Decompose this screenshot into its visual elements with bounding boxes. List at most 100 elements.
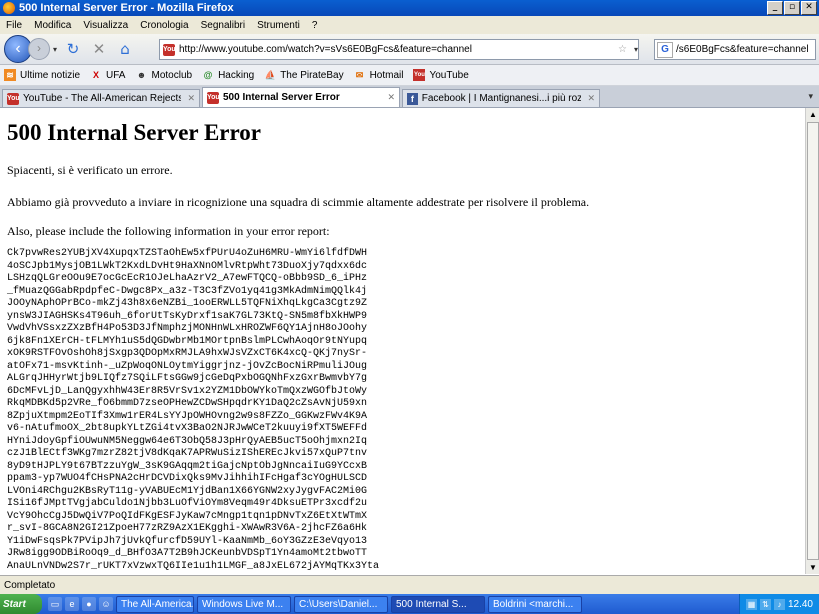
page-content: 500 Internal Server Error Spiacenti, si … <box>0 108 805 574</box>
code-line: AnaULnVNDw2S7r_rUKT7xVzwxTQ6IIe1u1h1LMGF… <box>7 560 380 572</box>
bookmark-motoclub[interactable]: ☻ Motoclub <box>135 69 192 81</box>
scroll-up-icon[interactable]: ▲ <box>806 108 819 121</box>
error-message-3: Also, please include the following infor… <box>7 224 330 238</box>
code-line: 8yD9tHJPLY9t67BTzzuYgW_3sK9GAqqm2tiGajcN… <box>7 460 368 472</box>
menu-bar: File Modifica Visualizza Cronologia Segn… <box>0 16 819 34</box>
bookmark-hacking[interactable]: @ Hacking <box>202 69 255 81</box>
tab-500-error[interactable]: You 500 Internal Server Error ✕ <box>202 87 400 107</box>
desktop-icon[interactable]: ▭ <box>48 597 62 611</box>
youtube-icon: You <box>413 69 426 81</box>
menu-cronologia[interactable]: Cronologia <box>134 20 194 31</box>
history-dropdown-icon[interactable]: ▾ <box>53 45 57 54</box>
bookmark-star-icon[interactable]: ☆ <box>618 44 627 55</box>
task-windows-live[interactable]: Windows Live M... <box>197 595 291 613</box>
home-icon[interactable]: ⌂ <box>115 40 135 58</box>
bookmarks-toolbar: ≋ Ultime notizie X UFA ☻ Motoclub @ Hacking … <box>0 65 819 86</box>
menu-strumenti[interactable]: Strumenti <box>251 20 306 31</box>
scroll-down-icon[interactable]: ▼ <box>806 561 819 574</box>
code-line: ppam3-yp7WUO4fCHsPNA2cHrDCVDixQks9MvJihh… <box>7 473 368 484</box>
code-line: ALGrqJHHyrWtjb9LIQfz7SQiLFtsGGw9jcGeDqPx… <box>7 373 368 384</box>
menu-visualizza[interactable]: Visualizza <box>77 20 134 31</box>
url-dropdown-icon[interactable]: ▾ <box>634 45 638 54</box>
code-line: r_svI-8GCA8N2GI21ZpoeH77zRZ9AzX1EKgghi-X… <box>7 523 368 534</box>
task-explorer[interactable]: C:\Users\Daniel... <box>294 595 388 613</box>
address-bar[interactable]: You http://www.youtube.com/watch?v=sVs6E… <box>159 39 639 60</box>
youtube-favicon: You <box>7 92 20 105</box>
tray-volume-icon[interactable]: ♪ <box>773 598 785 610</box>
scrollbar-thumb[interactable] <box>807 122 819 560</box>
code-line: VwdVhVSsxzZXzBfH4Po53D3JfNmphzjMONHnWLxH… <box>7 323 368 334</box>
error-message-2: Abbiamo già provveduto a inviare in rico… <box>7 195 590 209</box>
status-text: Completato <box>4 579 56 591</box>
quick-launch: ▭ e ● ☺ <box>48 597 113 611</box>
code-line: JRw8igg9ODBiRoOq9_d_BHfO3A7T2B9hJCKeunbV… <box>7 548 368 559</box>
menu-modifica[interactable]: Modifica <box>28 20 77 31</box>
tab-youtube[interactable]: You YouTube - The All-American Rejects -… <box>2 89 200 107</box>
tray-network-icon[interactable]: ⇅ <box>759 598 771 610</box>
task-all-american[interactable]: The All-America... <box>116 595 194 613</box>
rss-icon: ≋ <box>4 69 16 81</box>
google-search-icon[interactable]: G <box>657 41 673 58</box>
close-button[interactable]: ✕ <box>801 1 817 15</box>
code-line: Y1iDwFsqsPk7PVipJh7jUvkQfurcfD59UYl-KaaN… <box>7 535 368 547</box>
code-line: ynsW3JIAGHSKs4T96uh_6forUtTsKyDrxf1saK7G… <box>7 310 368 322</box>
code-line: RkqMDBKd5p2VRe_fO6bmmD7zseOPHewZCDwSHpqd… <box>7 398 368 409</box>
code-line: LSHzqQLGreOOu9E7ocGcEcR1OJeLhaAzrV2_A7ew… <box>7 273 368 284</box>
system-tray: ▦ ⇅ ♪ 12.40 <box>738 594 819 614</box>
code-line: 4oSCJpb1MysjOB1LWkT2KxdLDvHt9HaXNnOMlvRt… <box>7 260 368 272</box>
menu-file[interactable]: File <box>0 20 28 31</box>
code-line: 6jk8Fn1XErCH-tFLMYh1uS5dQGDwbrMb1MOrtpnB… <box>7 335 368 347</box>
close-tab-icon[interactable]: ✕ <box>181 94 195 104</box>
search-input[interactable]: /s6E0BgFcs&feature=channel <box>676 44 809 55</box>
address-url[interactable]: http://www.youtube.com/watch?v=sVs6E0BgF… <box>179 44 472 55</box>
ie-icon[interactable]: e <box>65 597 79 611</box>
tab-list-icon[interactable]: ▾ <box>808 91 813 102</box>
piratebay-icon: ⛵ <box>264 70 276 80</box>
facebook-icon: f <box>407 92 418 105</box>
bookmark-youtube[interactable]: You YouTube <box>413 69 469 81</box>
youtube-favicon: You <box>207 91 220 104</box>
forward-button[interactable]: › <box>28 38 50 60</box>
tray-app-icon[interactable]: ▦ <box>745 598 757 610</box>
reload-icon[interactable]: ↻ <box>63 40 83 58</box>
code-line: v6-nAtufmoOX_2bt8upkYLtZGi4tvX3BaO2NJRJw… <box>7 423 368 434</box>
taskbar: Start ▭ e ● ☺ The All-America... Windows… <box>0 594 819 614</box>
code-line: xOK9RSTFOvOshOh8jSxgp3QDOpMxRMJLA9hxWJsV… <box>7 348 368 359</box>
clock: 12.40 <box>787 598 813 610</box>
youtube-favicon: You <box>163 43 176 56</box>
firefox-icon[interactable]: ● <box>82 597 96 611</box>
code-line: atOFx71-msvKtinh-_uZpWoqONLOytmYiggrjnz-… <box>7 360 368 372</box>
window-title: 500 Internal Server Error - Mozilla Fire… <box>19 2 234 14</box>
hotmail-icon: ✉ <box>355 70 364 80</box>
firefox-icon <box>3 2 15 14</box>
code-line: LVOni4RChgu2KBsRyT11g-yVABUEcM1YjdBan1X6… <box>7 485 368 497</box>
bookmark-hotmail[interactable]: ✉ Hotmail <box>354 69 404 81</box>
page-title: 500 Internal Server Error <box>7 120 262 145</box>
motoclub-icon: ☻ <box>136 70 147 80</box>
bookmark-ultime-notizie[interactable]: ≋ Ultime notizie <box>4 69 80 81</box>
ufa-icon: X <box>93 70 100 80</box>
menu-help[interactable]: ? <box>306 20 324 31</box>
tab-facebook[interactable]: f Facebook | I Mantignanesi...i più rozz… <box>402 89 600 107</box>
window-controls: _ ▫ ✕ <box>767 1 817 15</box>
vertical-scrollbar[interactable]: ▲ ▼ <box>805 108 819 574</box>
stop-icon[interactable]: ✕ <box>89 40 109 58</box>
close-tab-icon[interactable]: ✕ <box>581 94 595 104</box>
error-report-code: Ck7pvwRes2YUBjXV4XupqxTZSTaOhEw5xfPUrU4o… <box>7 248 379 573</box>
minimize-button[interactable]: _ <box>767 1 783 15</box>
start-button[interactable]: Start <box>0 594 42 614</box>
bookmark-piratebay[interactable]: ⛵ The PirateBay <box>264 69 344 81</box>
code-line: 8ZpjuXtmpm2EoTIf3Xmw1rER4LsYYJpOWHOvng2w… <box>7 410 368 422</box>
tab-strip: You YouTube - The All-American Rejects -… <box>0 86 819 108</box>
close-tab-icon[interactable]: ✕ <box>381 93 395 103</box>
messenger-icon[interactable]: ☺ <box>99 597 113 611</box>
maximize-button[interactable]: ▫ <box>784 1 800 15</box>
search-bar[interactable]: G /s6E0BgFcs&feature=channel <box>654 39 816 60</box>
code-line: _fMuazQGGabRpdpfeC-Dwgc8Px_a3z-T3C3fZVo1… <box>7 285 368 297</box>
bookmark-ufa[interactable]: X UFA <box>90 69 125 81</box>
status-bar: Completato <box>0 575 819 594</box>
task-boldrini[interactable]: Boldrini <marchi... <box>488 595 582 613</box>
task-500-error[interactable]: 500 Internal S... <box>391 595 485 613</box>
menu-segnalibri[interactable]: Segnalibri <box>195 20 251 31</box>
code-line: Ck7pvwRes2YUBjXV4XupqxTZSTaOhEw5xfPUrU4o… <box>7 248 368 259</box>
